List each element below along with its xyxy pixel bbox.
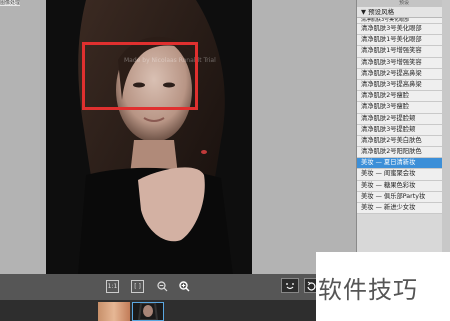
preset-item[interactable]: 美妆 — 俱乐部Party妆 [357,191,450,203]
preset-item[interactable]: 美妆 — 糖果色彩妆 [357,180,450,192]
preset-item[interactable]: 清净肌肤2号提高鼻梁 [357,68,450,80]
preset-panel-title: 预设 [357,0,450,7]
preset-item[interactable]: 美妆 — 闺蜜聚会妆 [357,169,450,181]
preset-scrollbar[interactable] [442,0,450,252]
preset-item[interactable]: 清净肌肤2号瘦脸 [357,91,450,103]
preset-item[interactable]: 清净肌肤1号美化眼部 [357,35,450,47]
preset-panel: 预设 ▼ 预设风格 清净肌肤3号美化眼部 清净肌肤3号美化眼部 清净肌肤1号美化眼部… [356,0,450,252]
preset-item[interactable]: 清净肌肤2号阳阳肤色 [357,147,450,159]
preset-item[interactable]: 清净肌肤3号美化眼部 [357,24,450,36]
fit-to-window-button[interactable]: 1:1 [106,280,119,293]
preset-item[interactable]: 清净肌肤3号瘦脸 [357,102,450,114]
preset-item[interactable]: 清净肌肤1号增强笑容 [357,46,450,58]
preset-item[interactable]: 清净肌肤2号美白肤色 [357,135,450,148]
left-panel [0,0,46,274]
selection-rectangle[interactable] [82,42,198,110]
preset-item[interactable]: 清净肌肤3号提高鼻梁 [357,79,450,92]
workspace-background [252,0,356,274]
filmstrip-thumbnail-selected[interactable] [132,302,164,321]
preset-item[interactable]: 美妆 — 新进少女妆 [357,203,450,215]
preset-item[interactable]: 清净肌肤3号提脸颊 [357,124,450,136]
preset-item[interactable]: 清净肌肤2号提脸颊 [357,113,450,125]
actual-size-button[interactable]: [ ] [131,280,144,293]
preset-list: 清净肌肤3号美化眼部 清净肌肤3号美化眼部 清净肌肤1号美化眼部 清净肌肤1号增强笑容… [357,18,450,215]
zoom-out-icon[interactable] [156,280,169,293]
smiley-icon[interactable] [281,278,299,293]
filmstrip-thumbnail[interactable] [98,302,130,321]
corner-label: 图像处理 [0,0,20,6]
preset-item[interactable]: 美妆 — 夏日清新妆 [357,158,450,170]
overlay-watermark-text: 软件技巧 [318,276,418,304]
preset-item[interactable]: 清净肌肤3号增强笑容 [357,57,450,69]
photo-editor-window: 图像处理 Made by Nicolaas Ronaldt Trial 1:1 … [0,0,450,321]
zoom-in-icon[interactable] [178,280,191,293]
preset-group-header[interactable]: ▼ 预设风格 [357,7,450,18]
